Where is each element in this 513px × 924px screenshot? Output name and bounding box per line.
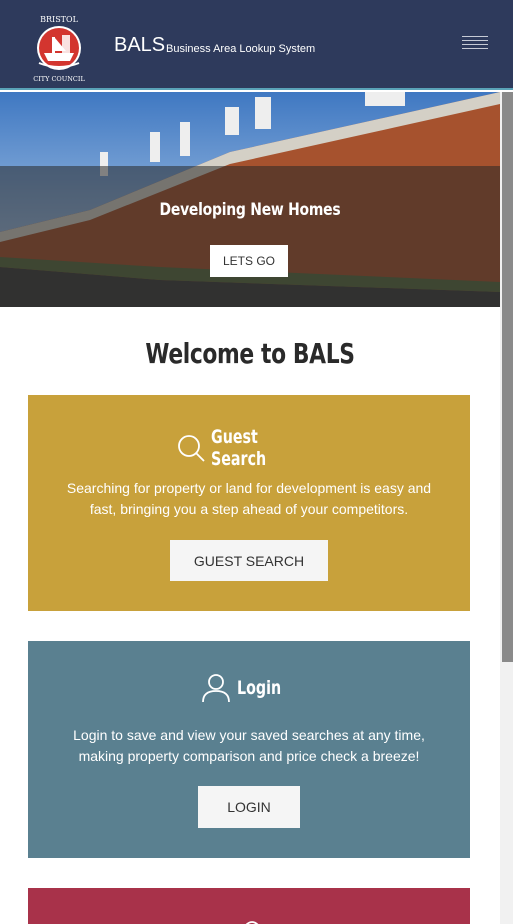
- guest-search-text: Searching for property or land for devel…: [66, 480, 432, 517]
- guest-search-card: Guest Search Searching for property or l…: [28, 395, 470, 611]
- logo-text-bottom: CITY COUNCIL: [33, 75, 85, 83]
- app-name: BALS: [114, 34, 166, 56]
- guest-search-header: Guest Search: [28, 426, 470, 470]
- login-title: Login: [237, 677, 282, 699]
- guest-search-title: Guest Search: [211, 426, 267, 470]
- welcome-heading: Welcome to BALS: [145, 337, 355, 370]
- page-scrollbar[interactable]: [500, 92, 513, 924]
- lets-go-button[interactable]: LETS GO: [210, 245, 288, 277]
- login-text: Login to save and view your saved search…: [73, 727, 425, 764]
- guest-search-button[interactable]: GUEST SEARCH: [170, 540, 328, 581]
- search-icon: [178, 435, 205, 462]
- user-icon: [202, 674, 230, 703]
- hero-banner: Developing New Homes LETS GO: [0, 92, 500, 307]
- scrollbar-thumb[interactable]: [502, 92, 513, 662]
- hamburger-icon[interactable]: [462, 36, 488, 54]
- login-header: Login: [28, 673, 470, 703]
- register-card: [28, 888, 470, 924]
- login-button[interactable]: LOGIN: [198, 786, 300, 828]
- app-subtitle: Business Area Lookup System: [166, 43, 316, 55]
- login-card: Login Login to save and view your saved …: [28, 641, 470, 858]
- bristol-city-council-logo[interactable]: BRISTOL CITY COUNCIL: [22, 11, 96, 85]
- logo-text-top: BRISTOL: [40, 15, 78, 24]
- hero-title: Developing New Homes: [159, 200, 341, 220]
- card-icon-partial: [245, 921, 259, 924]
- site-header: BRISTOL CITY COUNCIL BALS Business Area …: [0, 0, 513, 90]
- hero-overlay: [0, 166, 500, 307]
